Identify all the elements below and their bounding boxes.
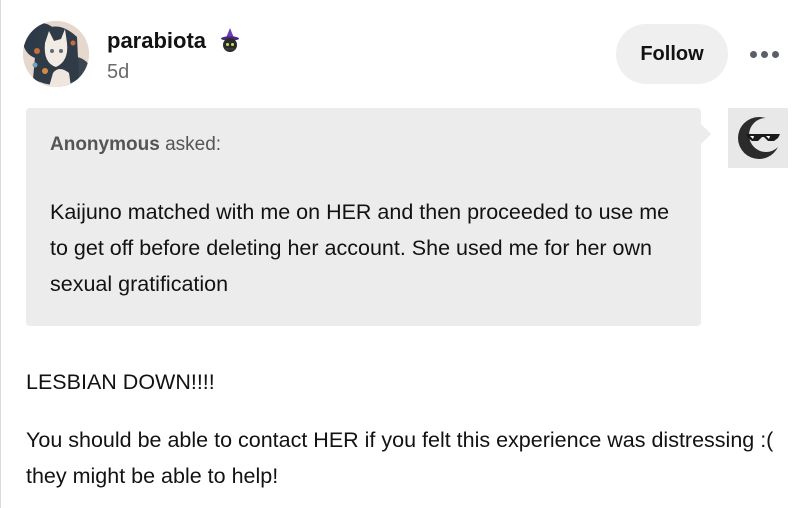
- follow-button[interactable]: Follow: [616, 24, 728, 84]
- anonymous-sunglasses-avatar-icon[interactable]: [728, 108, 788, 168]
- blog-name[interactable]: parabiota: [107, 28, 206, 54]
- ask-box: Anonymous asked: Kaijuno matched with me…: [26, 108, 711, 326]
- more-horizontal-icon: [750, 51, 757, 58]
- more-horizontal-icon: [772, 51, 779, 58]
- witch-hat-badge-icon: [219, 27, 241, 53]
- answer-paragraph: You should be able to contact HER if you…: [26, 428, 774, 488]
- ask-question: Kaijuno matched with me on HER and then …: [50, 200, 670, 296]
- answer-paragraph: LESBIAN DOWN!!!!: [26, 370, 215, 394]
- post-card: parabiota 5d Follow Anonymous asked: Kai…: [0, 0, 810, 508]
- post-timestamp[interactable]: 5d: [107, 61, 129, 84]
- asked-label: asked:: [165, 134, 222, 155]
- more-options-button[interactable]: [743, 34, 785, 74]
- more-horizontal-icon: [761, 51, 768, 58]
- asker-name[interactable]: Anonymous: [50, 134, 160, 155]
- asker-line: Anonymous asked:: [50, 134, 221, 156]
- blog-avatar[interactable]: [23, 21, 89, 87]
